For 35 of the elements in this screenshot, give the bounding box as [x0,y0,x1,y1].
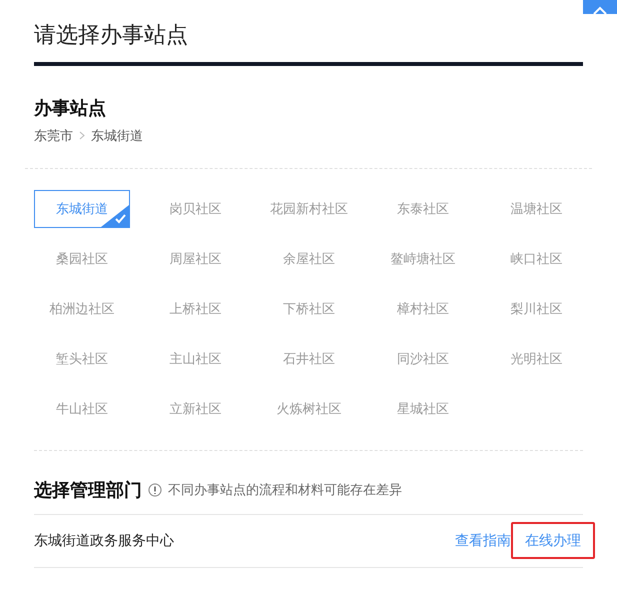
chevron-icon [79,131,85,140]
station-option[interactable]: 余屋社区 [261,240,358,278]
close-button[interactable] [583,0,617,14]
station-option[interactable]: 牛山社区 [34,390,130,428]
dialog-title: 请选择办事站点 [34,21,189,49]
station-option[interactable]: 下桥社区 [261,290,358,328]
section-title: 办事站点 [34,97,107,120]
station-option[interactable]: 堑头社区 [34,340,130,378]
station-option[interactable]: 上桥社区 [148,290,244,328]
station-option[interactable]: 光明社区 [488,340,584,378]
station-option[interactable]: 梨川社区 [488,290,584,328]
station-option[interactable]: 周屋社区 [148,240,244,278]
section-title: 选择管理部门 [34,478,142,502]
station-option[interactable]: 桑园社区 [34,240,130,278]
station-option[interactable]: 东泰社区 [374,190,471,228]
station-option[interactable]: 峡口社区 [488,240,584,278]
station-option[interactable]: 立新社区 [148,390,244,428]
station-option[interactable]: 温塘社区 [488,190,584,228]
station-option[interactable]: 花园新村社区 [261,190,358,228]
station-option[interactable]: 火炼树社区 [261,390,358,428]
station-option[interactable]: 岗贝社区 [148,190,244,228]
station-option[interactable]: 鳌峙塘社区 [374,240,471,278]
station-option[interactable]: 柏洲边社区 [34,290,130,328]
station-option[interactable]: 主山社区 [148,340,244,378]
info-icon [148,483,162,497]
action-link[interactable]: 在线办理 [511,522,595,559]
station-option[interactable]: 樟村社区 [374,290,471,328]
breadcrumb-item[interactable]: 东莞市 [34,126,73,146]
note-text: 不同办事站点的流程和材料可能存在差异 [168,481,402,500]
station-option[interactable]: 石井社区 [261,340,358,378]
station-option[interactable]: 东城街道 [34,190,130,228]
station-option[interactable]: 星城社区 [374,390,471,428]
department-name: 东城街道政务服务中心 [34,531,174,550]
breadcrumb-item[interactable]: 东城街道 [91,126,143,146]
station-option[interactable]: 同沙社区 [374,340,471,378]
